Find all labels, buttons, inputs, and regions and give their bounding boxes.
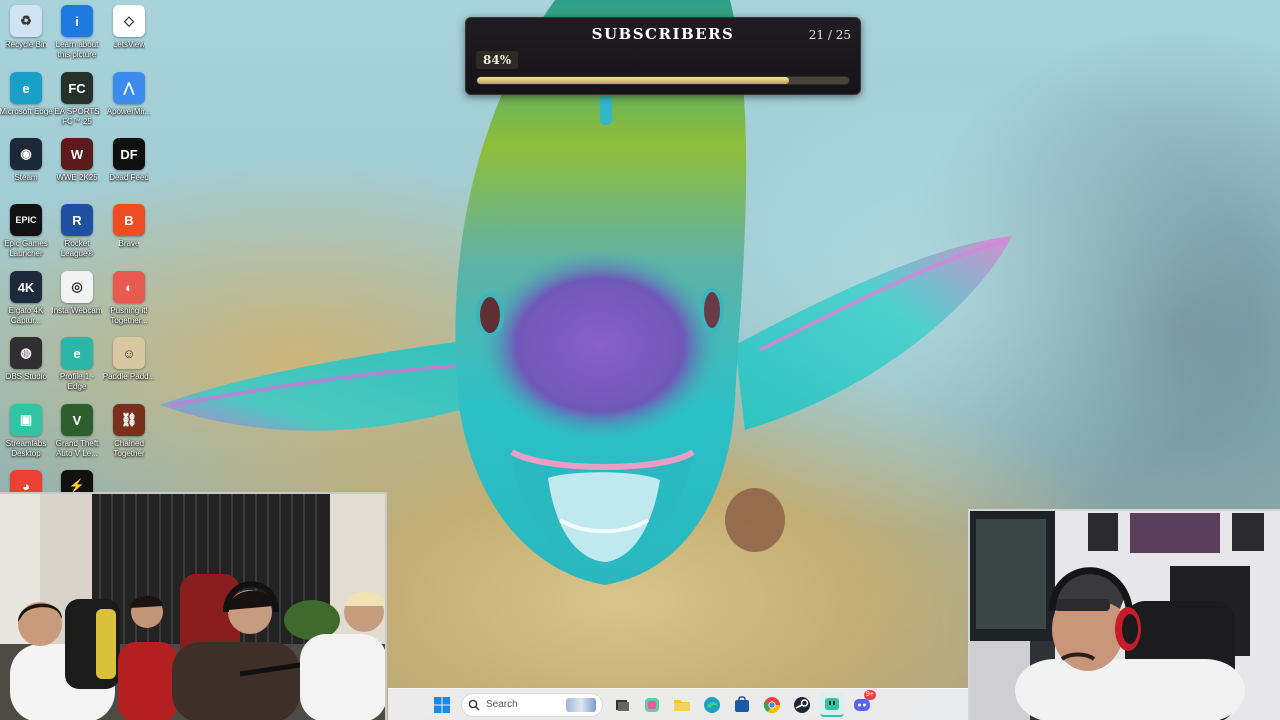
- desktop-shortcut-label: Brave: [118, 239, 140, 248]
- webcam-group-scene: [0, 494, 385, 720]
- recycle-bin-icon: ♻: [10, 5, 42, 37]
- desktop-shortcut-label: Profile 1 - Edge: [59, 372, 95, 391]
- discord-notification-badge: 9+: [864, 689, 876, 700]
- store-button[interactable]: [730, 693, 754, 717]
- desktop-shortcut[interactable]: B Brave: [102, 204, 156, 249]
- goal-progress-fill: [477, 77, 790, 84]
- taskbar-search-box[interactable]: Search: [461, 692, 603, 717]
- copilot-button[interactable]: [640, 693, 664, 717]
- webcam-icon: ◎: [61, 271, 93, 303]
- paddle-paddle-icon: ☺: [113, 337, 145, 369]
- webcam-group-feed: [0, 492, 387, 720]
- desktop-shortcut-label: Elgato 4K Captur...: [8, 306, 44, 325]
- desktop-shortcut[interactable]: ◍ OBS Studio: [0, 337, 53, 382]
- ea-sports-fc-icon: FC: [61, 72, 93, 104]
- streamlabs-icon: [825, 697, 839, 710]
- desktop-shortcut[interactable]: ♻ Recycle Bin: [0, 5, 53, 50]
- edge-taskbar-button[interactable]: [700, 693, 724, 717]
- windows-start-icon: [434, 696, 450, 713]
- subscriber-goal-widget: SUBSCRIBERS 21 / 25 84%: [465, 17, 861, 95]
- desktop-shortcut[interactable]: ⛓ Chained Together: [102, 404, 156, 459]
- obs-studio-icon: ◍: [10, 337, 42, 369]
- desktop-shortcut[interactable]: DF Dead Feed: [102, 138, 156, 183]
- desktop-shortcut-label: OBS Studio: [5, 372, 47, 381]
- goal-progress-track: [476, 76, 850, 85]
- desktop-shortcut[interactable]: ▣ Streamlabs Desktop: [0, 404, 53, 459]
- desktop-shortcut-label: LetsView: [112, 40, 146, 49]
- desktop-shortcut-label: EA SPORTS FC™ 25: [54, 107, 100, 126]
- search-placeholder: Search: [486, 699, 518, 710]
- discord-taskbar-button[interactable]: 9+: [850, 689, 876, 717]
- copilot-icon: [645, 697, 659, 712]
- desktop-shortcut-label: Microsoft Edge: [0, 107, 53, 116]
- edge-icon: e: [10, 72, 42, 104]
- desktop-shortcut[interactable]: W WWE 2K25: [50, 138, 104, 183]
- desktop-shortcut[interactable]: ☺ Paddle Padd...: [102, 337, 156, 382]
- desktop-shortcut[interactable]: R Rocket League®: [50, 204, 104, 259]
- chrome-icon: [763, 696, 781, 713]
- desktop-shortcut[interactable]: V Grand Theft Auto V Le...: [50, 404, 104, 459]
- rocket-league-icon: R: [61, 204, 93, 236]
- desktop-shortcut[interactable]: ⋀ ApowerMir...: [102, 72, 156, 117]
- desktop-shortcut-label: Recycle Bin: [4, 40, 48, 49]
- desktop-shortcut[interactable]: e Profile 1 - Edge: [50, 337, 104, 392]
- chrome-taskbar-button[interactable]: [760, 693, 784, 717]
- desktop-shortcut[interactable]: FC EA SPORTS FC™ 25: [50, 72, 104, 127]
- desktop-shortcut[interactable]: i Learn about this picture: [50, 5, 104, 60]
- desktop-shortcut[interactable]: EPIC Epic Games Launcher: [0, 204, 53, 259]
- windows-start-button[interactable]: [430, 693, 454, 717]
- goal-count: 21 / 25: [808, 28, 851, 42]
- desktop-shortcut[interactable]: e Microsoft Edge: [0, 72, 53, 117]
- file-explorer-button[interactable]: [670, 693, 694, 717]
- desktop-shortcut-label: ApowerMir...: [106, 107, 152, 116]
- webcam-streamer-feed: [968, 509, 1280, 720]
- elgato-4k-icon: 4K: [10, 271, 42, 303]
- epic-games-icon: EPIC: [10, 204, 42, 236]
- desktop-shortcut-label: Streamlabs Desktop: [5, 439, 47, 458]
- desktop-shortcut-label: Steam: [14, 173, 38, 182]
- taskbar: Search 9+: [388, 688, 968, 720]
- search-icon: [468, 699, 480, 710]
- store-icon: [735, 695, 749, 712]
- brave-icon: B: [113, 204, 145, 236]
- search-highlight-art-icon: [566, 697, 596, 712]
- file-explorer-icon: [674, 699, 690, 711]
- desktop-shortcut[interactable]: ◉ Steam: [0, 138, 53, 183]
- streamlabs-taskbar-button[interactable]: [820, 692, 844, 717]
- apowermirror-icon: ⋀: [113, 72, 145, 104]
- desktop-shortcut-label: Paddle Padd...: [102, 372, 156, 381]
- desktop-shortcut[interactable]: ◇ LetsView: [102, 5, 156, 50]
- desktop-shortcut[interactable]: ◎ Insta Webcam: [50, 271, 104, 316]
- desktop-shortcut[interactable]: 4K Elgato 4K Captur...: [0, 271, 53, 326]
- steam-icon: ◉: [10, 138, 42, 170]
- desktop-shortcut-label: Pushing it! Together...: [110, 306, 148, 325]
- desktop-shortcut-label: Dead Feed: [109, 173, 149, 182]
- task-view-icon: [616, 699, 629, 711]
- pushing-it-together-icon: ◐: [113, 271, 145, 303]
- goal-percent-badge: 84%: [476, 51, 519, 69]
- desktop-shortcut-label: Epic Games Launcher: [4, 239, 48, 258]
- desktop-shortcut-label: Insta Webcam: [51, 306, 103, 315]
- goal-title: SUBSCRIBERS: [591, 25, 735, 43]
- steam-icon: [794, 696, 810, 713]
- dead-feed-icon: DF: [113, 138, 145, 170]
- desktop-shortcut-label: Learn about this picture: [55, 40, 99, 59]
- wwe-2k25-icon: W: [61, 138, 93, 170]
- desktop-shortcut-label: Chained Together: [113, 439, 145, 458]
- info-icon: i: [61, 5, 93, 37]
- task-view-button[interactable]: [610, 693, 634, 717]
- webcam-streamer-scene: [970, 511, 1280, 720]
- gta-v-icon: V: [61, 404, 93, 436]
- desktop-shortcut-label: WWE 2K25: [56, 173, 98, 182]
- edge-icon: [704, 696, 720, 713]
- desktop-shortcut[interactable]: ◐ Pushing it! Together...: [102, 271, 156, 326]
- steam-taskbar-button[interactable]: [790, 693, 814, 717]
- streamlabs-icon: ▣: [10, 404, 42, 436]
- chained-together-icon: ⛓: [113, 404, 145, 436]
- letsview-icon: ◇: [113, 5, 145, 37]
- desktop-shortcut-label: Rocket League®: [60, 239, 94, 258]
- desktop-shortcut-label: Grand Theft Auto V Le...: [55, 439, 99, 458]
- edge-profile-icon: e: [61, 337, 93, 369]
